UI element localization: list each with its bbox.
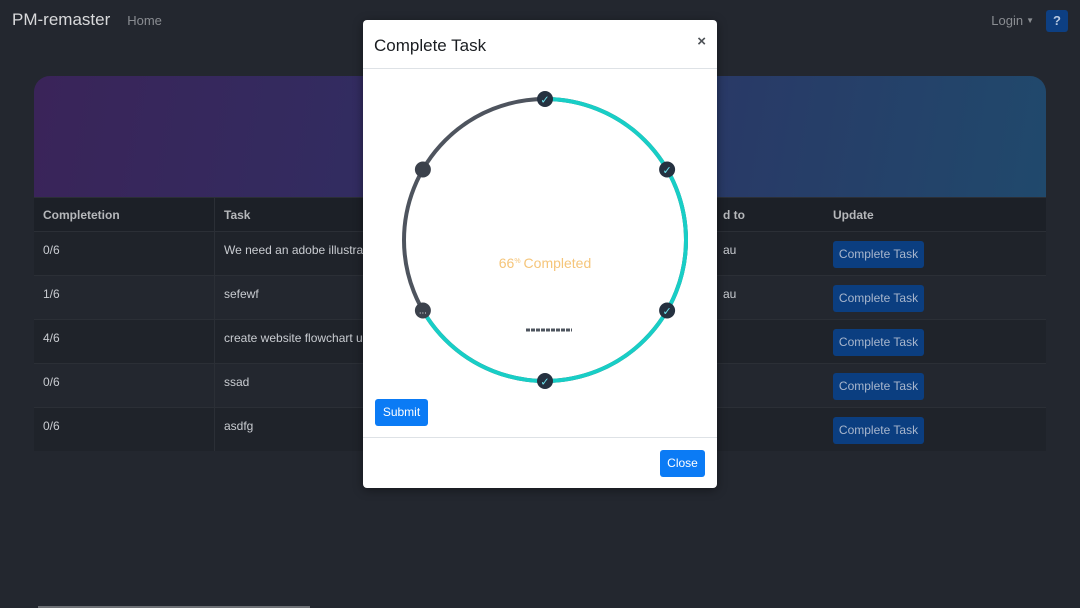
header-update: Update <box>833 208 874 222</box>
progress-label: Completed <box>524 255 592 271</box>
close-button[interactable]: Close <box>660 450 705 477</box>
ellipsis-icon: … <box>419 307 427 316</box>
ring-progress-arc <box>421 97 688 383</box>
assigned-cell <box>714 408 824 451</box>
progress-value: 66 <box>499 255 515 271</box>
login-dropdown[interactable]: Login ▼ <box>991 13 1034 28</box>
modal-footer: Close <box>363 437 717 488</box>
header-completion: Completetion <box>34 198 215 231</box>
complete-task-button[interactable]: Complete Task <box>833 241 924 268</box>
progress-unit: % <box>514 258 520 265</box>
assigned-cell: au <box>723 243 737 257</box>
completion-cell: 4/6 <box>34 320 215 363</box>
complete-task-button[interactable]: Complete Task <box>833 417 924 444</box>
submit-button[interactable]: Submit <box>375 399 428 426</box>
completion-cell: 0/6 <box>34 364 215 407</box>
brand-logo[interactable]: PM-remaster <box>12 10 110 30</box>
progress-ring: ✓ ✓ ✓ ✓ … 66% Completed <box>402 91 688 389</box>
check-icon: ✓ <box>540 376 549 389</box>
assigned-cell <box>714 320 824 363</box>
complete-task-button[interactable]: Complete Task <box>833 373 924 400</box>
complete-task-button[interactable]: Complete Task <box>833 329 924 356</box>
chevron-down-icon: ▼ <box>1026 16 1034 25</box>
completion-cell: 0/6 <box>34 232 215 275</box>
checkpoint-node <box>414 161 431 178</box>
check-icon: ✓ <box>663 305 672 318</box>
close-icon[interactable]: × <box>697 33 706 51</box>
complete-task-button[interactable]: Complete Task <box>833 285 924 312</box>
assigned-cell: au <box>723 287 737 301</box>
nav-home-link[interactable]: Home <box>127 13 162 28</box>
assigned-cell <box>714 364 824 407</box>
checkpoint-nodes: ✓ ✓ ✓ ✓ … <box>414 91 676 389</box>
check-icon: ✓ <box>540 94 549 107</box>
help-button[interactable]: ? <box>1046 10 1068 32</box>
modal-title: Complete Task <box>374 36 487 55</box>
login-label: Login <box>991 13 1024 28</box>
completion-cell: 0/6 <box>34 408 215 451</box>
header-assigned: d to <box>723 208 745 222</box>
complete-task-modal: Complete Task × ✓ ✓ ✓ ✓ … 66% Completed Submi… <box>363 20 717 488</box>
modal-header: Complete Task × <box>363 20 717 69</box>
completion-cell: 1/6 <box>34 276 215 319</box>
check-icon: ✓ <box>663 164 672 177</box>
progress-text: 66% Completed <box>499 255 592 271</box>
